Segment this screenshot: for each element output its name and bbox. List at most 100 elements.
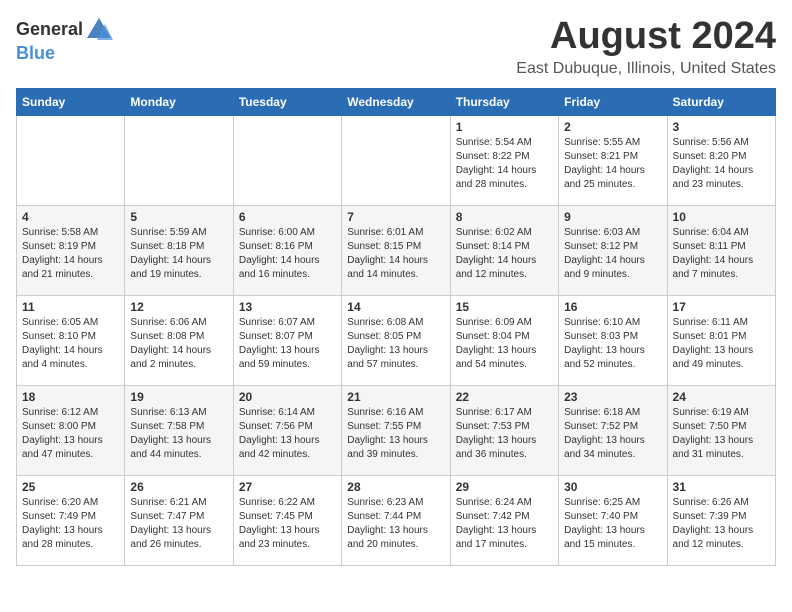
weekday-header-cell: Monday [125, 88, 233, 115]
day-info: Sunrise: 6:00 AMSunset: 8:16 PMDaylight:… [239, 226, 336, 282]
day-number: 7 [347, 210, 444, 224]
day-number: 18 [22, 390, 119, 404]
weekday-header-cell: Saturday [667, 88, 775, 115]
day-info: Sunrise: 6:25 AMSunset: 7:40 PMDaylight:… [564, 496, 661, 552]
calendar-day-cell: 18Sunrise: 6:12 AMSunset: 8:00 PMDayligh… [17, 385, 125, 475]
calendar-day-cell: 9 Sunrise: 6:03 AMSunset: 8:12 PMDaylight… [559, 205, 667, 295]
day-info: Sunrise: 6:09 AMSunset: 8:04 PMDaylight:… [456, 316, 553, 372]
day-number: 5 [130, 210, 227, 224]
day-number: 24 [673, 390, 770, 404]
day-info: Sunrise: 6:16 AMSunset: 7:55 PMDaylight:… [347, 406, 444, 462]
title-block: August 2024 East Dubuque, Illinois, Unit… [516, 16, 776, 78]
logo-blue-text: Blue [16, 44, 113, 64]
day-info: Sunrise: 6:18 AMSunset: 7:52 PMDaylight:… [564, 406, 661, 462]
calendar-week-row: 11Sunrise: 6:05 AMSunset: 8:10 PMDayligh… [17, 295, 776, 385]
calendar-day-cell: 24 Sunrise: 6:19 AMSunset: 7:50 PMDayligh… [667, 385, 775, 475]
day-info: Sunrise: 6:11 AMSunset: 8:01 PMDaylight:… [673, 316, 770, 372]
day-info: Sunrise: 5:59 AMSunset: 8:18 PMDaylight:… [130, 226, 227, 282]
day-number: 28 [347, 480, 444, 494]
day-info: Sunrise: 6:06 AMSunset: 8:08 PMDaylight:… [130, 316, 227, 372]
day-info: Sunrise: 5:56 AMSunset: 8:20 PMDaylight:… [673, 136, 770, 192]
day-number: 1 [456, 120, 553, 134]
day-number: 20 [239, 390, 336, 404]
day-info: Sunrise: 6:03 AMSunset: 8:12 PMDaylight:… [564, 226, 661, 282]
day-info: Sunrise: 6:19 AMSunset: 7:50 PMDaylight:… [673, 406, 770, 462]
calendar-day-cell [233, 115, 341, 205]
calendar-day-cell: 14Sunrise: 6:08 AMSunset: 8:05 PMDayligh… [342, 295, 450, 385]
calendar-day-cell: 21 Sunrise: 6:16 AMSunset: 7:55 PMDayligh… [342, 385, 450, 475]
day-number: 9 [564, 210, 661, 224]
day-number: 29 [456, 480, 553, 494]
day-number: 21 [347, 390, 444, 404]
calendar-day-cell [342, 115, 450, 205]
calendar-day-cell: 19 Sunrise: 6:13 AMSunset: 7:58 PMDayligh… [125, 385, 233, 475]
logo-general-text: General [16, 20, 83, 40]
day-info: Sunrise: 6:21 AMSunset: 7:47 PMDaylight:… [130, 496, 227, 552]
day-info: Sunrise: 6:24 AMSunset: 7:42 PMDaylight:… [456, 496, 553, 552]
day-info: Sunrise: 6:10 AMSunset: 8:03 PMDaylight:… [564, 316, 661, 372]
calendar-day-cell: 3 Sunrise: 5:56 AMSunset: 8:20 PMDaylight… [667, 115, 775, 205]
day-number: 4 [22, 210, 119, 224]
calendar-day-cell: 23 Sunrise: 6:18 AMSunset: 7:52 PMDayligh… [559, 385, 667, 475]
weekday-header-cell: Thursday [450, 88, 558, 115]
calendar-week-row: 4Sunrise: 5:58 AMSunset: 8:19 PMDaylight… [17, 205, 776, 295]
month-year-title: August 2024 [516, 16, 776, 58]
day-info: Sunrise: 6:07 AMSunset: 8:07 PMDaylight:… [239, 316, 336, 372]
location-subtitle: East Dubuque, Illinois, United States [516, 60, 776, 78]
calendar-day-cell: 13Sunrise: 6:07 AMSunset: 8:07 PMDayligh… [233, 295, 341, 385]
weekday-header-cell: Wednesday [342, 88, 450, 115]
day-info: Sunrise: 6:01 AMSunset: 8:15 PMDaylight:… [347, 226, 444, 282]
calendar-day-cell: 10 Sunrise: 6:04 AMSunset: 8:11 PMDayligh… [667, 205, 775, 295]
day-info: Sunrise: 5:55 AMSunset: 8:21 PMDaylight:… [564, 136, 661, 192]
day-number: 8 [456, 210, 553, 224]
day-number: 19 [130, 390, 227, 404]
day-info: Sunrise: 6:02 AMSunset: 8:14 PMDaylight:… [456, 226, 553, 282]
day-number: 14 [347, 300, 444, 314]
day-number: 10 [673, 210, 770, 224]
day-info: Sunrise: 6:20 AMSunset: 7:49 PMDaylight:… [22, 496, 119, 552]
day-info: Sunrise: 6:13 AMSunset: 7:58 PMDaylight:… [130, 406, 227, 462]
weekday-header-cell: Tuesday [233, 88, 341, 115]
day-number: 2 [564, 120, 661, 134]
day-number: 15 [456, 300, 553, 314]
day-info: Sunrise: 6:26 AMSunset: 7:39 PMDaylight:… [673, 496, 770, 552]
calendar-day-cell: 20 Sunrise: 6:14 AMSunset: 7:56 PMDayligh… [233, 385, 341, 475]
calendar-day-cell [125, 115, 233, 205]
weekday-header-cell: Sunday [17, 88, 125, 115]
day-number: 16 [564, 300, 661, 314]
calendar-day-cell: 30 Sunrise: 6:25 AMSunset: 7:40 PMDayligh… [559, 475, 667, 565]
day-info: Sunrise: 6:14 AMSunset: 7:56 PMDaylight:… [239, 406, 336, 462]
day-info: Sunrise: 6:04 AMSunset: 8:11 PMDaylight:… [673, 226, 770, 282]
calendar-body: 1Sunrise: 5:54 AMSunset: 8:22 PMDaylight… [17, 115, 776, 565]
day-number: 31 [673, 480, 770, 494]
calendar-day-cell: 15 Sunrise: 6:09 AMSunset: 8:04 PMDayligh… [450, 295, 558, 385]
header: General Blue August 2024 East Dubuque, I… [16, 16, 776, 78]
weekday-header-cell: Friday [559, 88, 667, 115]
calendar-week-row: 18Sunrise: 6:12 AMSunset: 8:00 PMDayligh… [17, 385, 776, 475]
day-number: 11 [22, 300, 119, 314]
calendar-day-cell: 28 Sunrise: 6:23 AMSunset: 7:44 PMDayligh… [342, 475, 450, 565]
logo: General Blue [16, 16, 113, 64]
day-number: 23 [564, 390, 661, 404]
calendar-table: SundayMondayTuesdayWednesdayThursdayFrid… [16, 88, 776, 566]
calendar-day-cell: 6 Sunrise: 6:00 AMSunset: 8:16 PMDaylight… [233, 205, 341, 295]
calendar-day-cell: 1Sunrise: 5:54 AMSunset: 8:22 PMDaylight… [450, 115, 558, 205]
calendar-day-cell: 29 Sunrise: 6:24 AMSunset: 7:42 PMDayligh… [450, 475, 558, 565]
weekday-header-row: SundayMondayTuesdayWednesdayThursdayFrid… [17, 88, 776, 115]
day-number: 27 [239, 480, 336, 494]
day-number: 6 [239, 210, 336, 224]
day-number: 3 [673, 120, 770, 134]
day-number: 30 [564, 480, 661, 494]
calendar-day-cell: 8 Sunrise: 6:02 AMSunset: 8:14 PMDaylight… [450, 205, 558, 295]
calendar-day-cell: 11Sunrise: 6:05 AMSunset: 8:10 PMDayligh… [17, 295, 125, 385]
calendar-day-cell: 31 Sunrise: 6:26 AMSunset: 7:39 PMDayligh… [667, 475, 775, 565]
day-number: 17 [673, 300, 770, 314]
calendar-day-cell: 4Sunrise: 5:58 AMSunset: 8:19 PMDaylight… [17, 205, 125, 295]
calendar-day-cell: 2 Sunrise: 5:55 AMSunset: 8:21 PMDaylight… [559, 115, 667, 205]
logo-icon [85, 16, 113, 44]
day-info: Sunrise: 6:23 AMSunset: 7:44 PMDaylight:… [347, 496, 444, 552]
calendar-day-cell: 17 Sunrise: 6:11 AMSunset: 8:01 PMDayligh… [667, 295, 775, 385]
calendar-day-cell: 7 Sunrise: 6:01 AMSunset: 8:15 PMDaylight… [342, 205, 450, 295]
calendar-day-cell: 22Sunrise: 6:17 AMSunset: 7:53 PMDayligh… [450, 385, 558, 475]
calendar-week-row: 25Sunrise: 6:20 AMSunset: 7:49 PMDayligh… [17, 475, 776, 565]
